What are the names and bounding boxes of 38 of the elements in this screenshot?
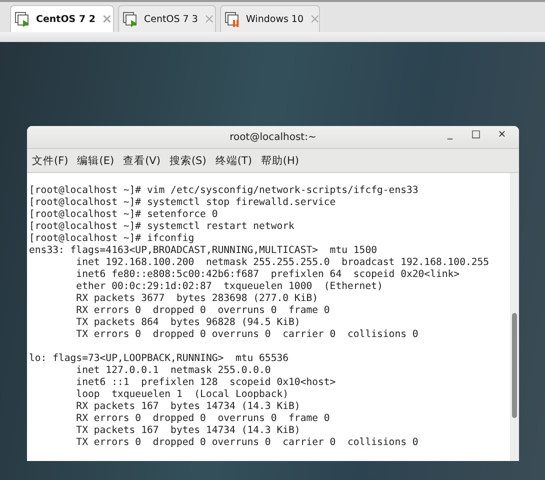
menu-item[interactable]: 搜索(S) bbox=[169, 154, 206, 168]
terminal-line: inet6 fe80::e808:5c00:42b6:f687 prefixlen 64 scopeid 0x20<link> bbox=[75, 269, 461, 281]
scrollbar[interactable] bbox=[510, 173, 519, 461]
terminal-line: ens33: flags=4163<UP,BROADCAST,RUNNING,MULTICAST> mtu 1500 bbox=[29, 245, 378, 257]
window-control-button[interactable]: _ bbox=[439, 129, 461, 140]
paused-vm-icon bbox=[225, 12, 240, 26]
terminal-line: TX packets 864 bytes 96828 (94.5 KiB) bbox=[75, 317, 302, 329]
terminal-line: inet 192.168.100.200 netmask 255.255.255.0 broadcast 192.168.100.255 bbox=[75, 257, 490, 269]
vm-tab[interactable]: Windows 10 × bbox=[220, 5, 320, 32]
terminal-line: [root@localhost ~]# ifconfig bbox=[29, 233, 196, 245]
terminal-line: RX errors 0 dropped 0 overruns 0 frame 0 bbox=[75, 413, 331, 425]
terminal-line: RX errors 0 dropped 0 overruns 0 frame 0 bbox=[75, 305, 331, 317]
menu-item[interactable]: 帮助(H) bbox=[260, 154, 300, 168]
menu-item[interactable]: 文件(F) bbox=[32, 154, 68, 168]
terminal-line: loop txqueuelen 1 (Local Loopback) bbox=[75, 389, 290, 401]
window-control-button[interactable]: × bbox=[491, 129, 513, 140]
terminal-line: TX errors 0 dropped 0 overruns 0 carrier 0 collisions 0 bbox=[75, 329, 420, 341]
terminal-line: RX packets 167 bytes 14734 (14.3 KiB) bbox=[75, 401, 302, 413]
window-control-button[interactable]: □ bbox=[465, 129, 487, 140]
terminal-line: inet 127.0.0.1 netmask 255.0.0.0 bbox=[75, 365, 272, 377]
terminal-line: TX packets 167 bytes 14734 (14.3 KiB) bbox=[75, 425, 302, 437]
terminal-line: [root@localhost ~]# systemctl stop firewalld.service bbox=[29, 197, 337, 209]
terminal-line: inet6 ::1 prefixlen 128 scopeid 0x10<host> bbox=[75, 377, 337, 389]
terminal-line: [root@localhost ~]# systemctl restart network bbox=[29, 221, 296, 233]
terminal-line: TX errors 0 dropped 0 overruns 0 carrier 0 collisions 0 bbox=[75, 437, 420, 449]
vm-tab[interactable]: CentOS 7 2 × bbox=[10, 5, 114, 32]
terminal-line: RX packets 3677 bytes 283698 (277.0 KiB) bbox=[75, 293, 320, 305]
menu-item[interactable]: 终端(T) bbox=[215, 154, 252, 168]
menu-item[interactable]: 编辑(E) bbox=[77, 154, 114, 168]
terminal-line: [root@localhost ~]# vim /etc/sysconfig/network-scripts/ifcfg-ens33 bbox=[29, 185, 420, 197]
vm-tab[interactable]: CentOS 7 3 × bbox=[118, 5, 216, 32]
window-title: root@localhost:~ bbox=[230, 132, 316, 142]
running-vm-icon bbox=[123, 12, 138, 26]
menu-item[interactable]: 查看(V) bbox=[123, 154, 160, 168]
running-vm-icon bbox=[15, 12, 30, 26]
terminal-line: lo: flags=73<UP,LOOPBACK,RUNNING> mtu 65536 bbox=[29, 353, 290, 365]
terminal-line: ether 00:0c:29:1d:02:87 txqueuelen 1000 (Ethernet) bbox=[75, 281, 384, 293]
terminal-line: [root@localhost ~]# setenforce 0 bbox=[29, 209, 219, 221]
